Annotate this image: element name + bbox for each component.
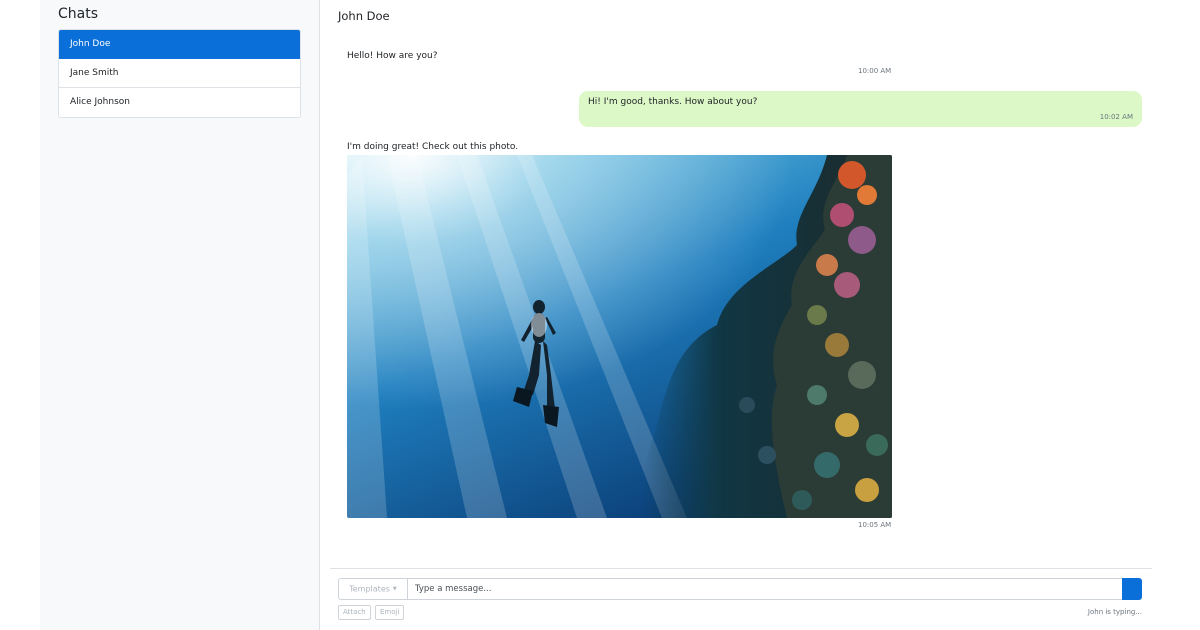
emoji-button[interactable]: Emoji <box>375 605 405 620</box>
message-composer: Templates ▼ <box>338 578 1143 600</box>
templates-label: Templates <box>349 584 390 594</box>
chat-item-jane-smith[interactable]: Jane Smith <box>59 59 300 88</box>
message-text: I'm doing great! Check out this photo. <box>347 142 519 152</box>
message-time: 10:05 AM <box>858 521 892 529</box>
sidebar-title: Chats <box>58 6 99 22</box>
caret-down-icon: ▼ <box>392 586 397 592</box>
photo-attachment[interactable] <box>347 155 892 518</box>
composer-divider <box>330 568 1152 569</box>
message-time: 10:02 AM <box>1099 113 1133 121</box>
chat-app: Chats John Doe Jane Smith Alice Johnson … <box>0 0 1200 630</box>
message-text: Hi! I'm good, thanks. How about you? <box>588 97 758 107</box>
attach-button[interactable]: Attach <box>338 605 371 620</box>
chat-item-alice-johnson[interactable]: Alice Johnson <box>59 88 300 117</box>
chat-list: John Doe Jane Smith Alice Johnson <box>58 29 301 118</box>
sidebar: Chats John Doe Jane Smith Alice Johnson <box>40 0 320 630</box>
message-text: Hello! How are you? <box>347 51 438 61</box>
send-button[interactable] <box>1122 578 1142 600</box>
underwater-photo <box>347 155 892 518</box>
sent-message-bubble: Hi! I'm good, thanks. How about you? 10:… <box>579 91 1142 127</box>
templates-dropdown-button[interactable]: Templates ▼ <box>338 578 408 600</box>
message-input[interactable] <box>408 578 1122 600</box>
contact-name: John Doe <box>338 9 390 23</box>
chat-item-john-doe[interactable]: John Doe <box>59 30 300 59</box>
message-time: 10:00 AM <box>858 67 892 75</box>
typing-indicator: John is typing... <box>1087 608 1142 616</box>
conversation-panel: John Doe Hello! How are you? 10:00 AM Hi… <box>320 0 1160 630</box>
